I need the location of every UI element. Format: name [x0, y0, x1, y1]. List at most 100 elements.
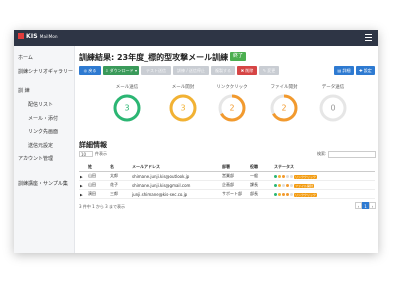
- cell-position: 一般: [249, 171, 273, 181]
- settings-button[interactable]: ✚ 設定: [356, 66, 375, 75]
- cell-email: shimane.junji.kis@outlook.jp: [131, 171, 221, 181]
- edit-button[interactable]: ✎ 変更: [259, 66, 279, 75]
- cell-position: 課長: [249, 180, 273, 190]
- cell-department: サポート部: [221, 189, 249, 199]
- main-content: 訓練結果: 23年度_標的型攻撃メール訓練 終了 ◎ 戻る ⇩ ダウンロード ▾…: [75, 46, 378, 253]
- stop-send-button[interactable]: 訓練 / 送信停止: [173, 66, 209, 75]
- hamburger-menu-icon[interactable]: [365, 34, 372, 42]
- cell-email: shimane.junji.kis@gmail.com: [131, 180, 221, 190]
- table-row[interactable]: ▶ 山田 花子 shimane.junji.kis@gmail.com 企画部 …: [79, 180, 375, 190]
- app-window: KIS MailMon ホーム 訓練シナリオギャラリー 訓 練 配信リスト メール…: [14, 30, 378, 253]
- table-row[interactable]: ▶ 山田 太郎 shimane.junji.kis@outlook.jp 営業部…: [79, 171, 375, 181]
- search-input[interactable]: [328, 150, 377, 158]
- progress-ring: 2: [218, 94, 246, 122]
- cell-first-name: 三郎: [109, 189, 131, 199]
- per-page-suffix: 件表示: [95, 151, 107, 156]
- stat-value: 3: [124, 104, 129, 113]
- sidebar-item-sender-settings[interactable]: 送信元設定: [24, 142, 57, 150]
- column-header-email[interactable]: メールアドレス: [131, 162, 221, 172]
- logo-subtext: MailMon: [39, 34, 58, 39]
- stat-value: 2: [229, 104, 234, 113]
- table-info: 3 件中 1 から 3 まで表示: [79, 204, 125, 209]
- cell-status: ファイル開封: [273, 180, 375, 190]
- sidebar-item-link-page[interactable]: リンク先画面: [24, 128, 62, 136]
- table-row[interactable]: ▶ 演田 三郎 junji.shimane@kis-sec.co.jp サポート…: [79, 189, 375, 199]
- stat-value: 0: [330, 104, 335, 113]
- page-title: 訓練結果: 23年度_標的型攻撃メール訓練: [79, 53, 229, 62]
- cell-status: リンククリック: [273, 189, 375, 199]
- pagination: ‹ 1 ›: [355, 202, 376, 209]
- progress-ring: 0: [319, 94, 347, 122]
- column-header-last-name[interactable]: 姓: [87, 162, 109, 172]
- stat-data-sent: データ送信 0: [313, 84, 353, 123]
- status-badge: リンククリック: [294, 192, 317, 197]
- cell-first-name: 太郎: [109, 171, 131, 181]
- duplicate-button[interactable]: 複製する: [211, 66, 235, 75]
- stat-label: メール送信: [115, 85, 139, 90]
- sidebar-item-mail-attachment[interactable]: メール・添付: [24, 115, 62, 123]
- stats-panel: メール送信 3 メール開封 3 リンククリック 2 ファイル開封 2 データ送信…: [75, 84, 378, 134]
- stat-mail-sent: メール送信 3: [107, 84, 147, 123]
- cell-last-name: 山田: [87, 171, 109, 181]
- details-title: 詳細情報: [79, 141, 107, 149]
- toolbar: ◎ 戻る ⇩ ダウンロード ▾ テスト送信 訓練 / 送信停止 複製する ✖ 削…: [79, 66, 375, 75]
- status-icons: [274, 183, 294, 188]
- pager-prev-button[interactable]: ‹: [355, 202, 362, 209]
- stat-label: ファイル開封: [270, 85, 298, 90]
- top-bar: KIS MailMon: [14, 30, 378, 46]
- logo-text: KIS: [26, 33, 38, 40]
- stat-value: 3: [180, 104, 185, 113]
- cell-first-name: 花子: [109, 180, 131, 190]
- sidebar-item-home[interactable]: ホーム: [14, 54, 37, 62]
- cell-position: 部長: [249, 189, 273, 199]
- cell-department: 企画部: [221, 180, 249, 190]
- delete-button[interactable]: ✖ 削除: [237, 66, 257, 75]
- status-badge: ファイル開封: [294, 183, 315, 188]
- test-send-button[interactable]: テスト送信: [141, 66, 171, 75]
- stat-link-click: リンククリック 2: [212, 84, 252, 123]
- column-header: [79, 162, 87, 172]
- search-label: 検索:: [317, 151, 327, 156]
- cell-status: リンククリック: [273, 171, 375, 181]
- sidebar-item-training[interactable]: 訓 練: [14, 87, 34, 95]
- sidebar-item-account[interactable]: アカウント管理: [14, 155, 57, 163]
- progress-ring: 3: [169, 94, 197, 122]
- column-header-department[interactable]: 部署: [221, 162, 249, 172]
- expand-row-icon[interactable]: ▶: [79, 180, 87, 190]
- progress-ring: 2: [270, 94, 298, 122]
- pager-page-1[interactable]: 1: [362, 202, 369, 209]
- cell-last-name: 山田: [87, 180, 109, 190]
- stat-mail-opened: メール開封 3: [163, 84, 203, 123]
- pager-next-button[interactable]: ›: [369, 202, 376, 209]
- stat-value: 2: [281, 104, 286, 113]
- details-table: 姓 名 メールアドレス 部署 役職 ステータス ▶ 山田 太郎 shimane.…: [79, 162, 375, 199]
- table-header-row: 姓 名 メールアドレス 部署 役職 ステータス: [79, 162, 375, 172]
- detail-button[interactable]: ▤ 詳細: [334, 66, 354, 75]
- status-badge: リンククリック: [294, 174, 317, 179]
- column-header-status[interactable]: ステータス: [273, 162, 375, 172]
- stat-label: データ送信: [321, 85, 345, 90]
- sidebar-item-samples[interactable]: 訓練講座・サンプル集: [14, 180, 72, 188]
- back-button[interactable]: ◎ 戻る: [79, 66, 101, 75]
- per-page-control: 10 件表示: [79, 150, 107, 157]
- sidebar: ホーム 訓練シナリオギャラリー 訓 練 配信リスト メール・添付 リンク先画面 …: [14, 46, 75, 253]
- app-logo[interactable]: KIS MailMon: [18, 33, 58, 40]
- cell-last-name: 演田: [87, 189, 109, 199]
- cell-department: 営業部: [221, 171, 249, 181]
- cell-email: junji.shimane@kis-sec.co.jp: [131, 189, 221, 199]
- expand-row-icon[interactable]: ▶: [79, 171, 87, 181]
- stat-label: メール開封: [171, 85, 195, 90]
- stat-label: リンククリック: [216, 85, 248, 90]
- column-header-first-name[interactable]: 名: [109, 162, 131, 172]
- stat-file-opened: ファイル開封 2: [264, 84, 304, 123]
- status-icons: [274, 192, 294, 197]
- expand-row-icon[interactable]: ▶: [79, 189, 87, 199]
- download-button[interactable]: ⇩ ダウンロード ▾: [103, 66, 139, 75]
- sidebar-item-delivery-list[interactable]: 配信リスト: [24, 101, 57, 109]
- status-icons: [274, 174, 294, 179]
- progress-ring: 3: [113, 94, 141, 122]
- search-control: 検索:: [317, 150, 377, 158]
- column-header-position[interactable]: 役職: [249, 162, 273, 172]
- sidebar-item-scenario-gallery[interactable]: 訓練シナリオギャラリー: [14, 68, 77, 76]
- per-page-select[interactable]: 10: [79, 151, 93, 157]
